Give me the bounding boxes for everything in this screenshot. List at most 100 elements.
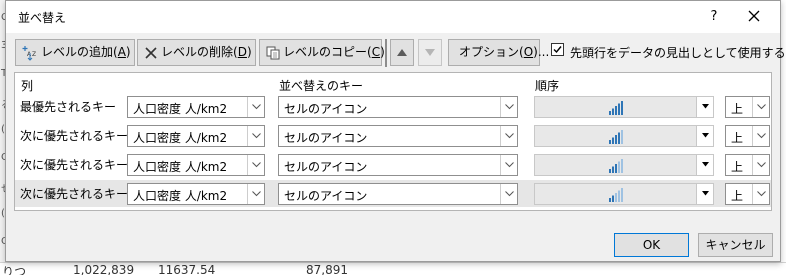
- delete-level-suffix: ): [246, 45, 252, 59]
- delete-level-button[interactable]: レベルの削除(D): [137, 39, 256, 66]
- sort-dialog: 並べ替え ? A Z レベルの追加(A) レベルの削除(D) レベルのコピー(C…: [5, 0, 786, 262]
- sort-level-row[interactable]: 最優先されるキー 人口密度 人/km2 セルのアイコン 上: [15, 93, 771, 120]
- help-button[interactable]: ?: [702, 5, 726, 29]
- sort-level-row[interactable]: 次に優先されるキー 人口密度 人/km2 セルのアイコン 上: [15, 122, 771, 149]
- icon-select[interactable]: [534, 183, 714, 205]
- close-icon: [748, 10, 760, 22]
- column-header-order: 順序: [535, 79, 560, 93]
- order-select-value: 上: [731, 131, 744, 145]
- triangle-down-icon: [696, 184, 713, 204]
- has-header-checkbox[interactable]: [551, 43, 564, 56]
- chevron-down-icon: [247, 184, 264, 204]
- triangle-down-icon: [696, 126, 713, 146]
- options-suffix: )...: [533, 45, 550, 59]
- triangle-down-icon: [425, 49, 435, 56]
- chevron-down-icon: [752, 97, 769, 117]
- cancel-button[interactable]: キャンセル: [698, 233, 773, 257]
- add-level-suffix: ): [125, 45, 131, 59]
- chevron-down-icon: [500, 184, 517, 204]
- sort-level-label: 次に優先されるキー: [20, 158, 129, 172]
- column-select[interactable]: 人口密度 人/km2: [127, 96, 265, 118]
- delete-level-label: レベルの削除(: [161, 45, 238, 59]
- sort-on-select[interactable]: セルのアイコン: [278, 96, 518, 118]
- sort-on-select-value: セルのアイコン: [284, 102, 368, 116]
- column-select-value: 人口密度 人/km2: [133, 102, 228, 116]
- chevron-down-icon: [752, 184, 769, 204]
- order-select[interactable]: 上: [725, 154, 770, 176]
- has-header-text: 先頭行をデータの見出しとして使用する(: [570, 46, 786, 60]
- sort-on-select-value: セルのアイコン: [284, 189, 368, 203]
- toolbar-separator: [385, 39, 387, 67]
- chevron-down-icon: [247, 126, 264, 146]
- bg-cell: 11637.54: [158, 263, 216, 275]
- column-select[interactable]: 人口密度 人/km2: [127, 125, 265, 147]
- add-level-label: レベルの追加(: [41, 45, 118, 59]
- ok-button[interactable]: OK: [614, 233, 689, 257]
- sort-on-select[interactable]: セルのアイコン: [278, 154, 518, 176]
- add-level-icon: A Z: [22, 45, 38, 61]
- bar-signal-icon: [609, 159, 623, 173]
- add-level-button[interactable]: A Z レベルの追加(A): [15, 39, 135, 66]
- options-button[interactable]: オプション(O)...: [448, 39, 549, 66]
- chevron-down-icon: [752, 126, 769, 146]
- column-select[interactable]: 人口密度 人/km2: [127, 154, 265, 176]
- delete-icon: [144, 46, 158, 60]
- bg-cell: りつ: [2, 265, 27, 275]
- sort-level-row[interactable]: 次に優先されるキー 人口密度 人/km2 セルのアイコン 上: [15, 151, 771, 178]
- chevron-down-icon: [247, 97, 264, 117]
- options-key: O: [523, 45, 534, 59]
- move-down-button[interactable]: [418, 39, 442, 66]
- bar-signal-icon: [609, 188, 623, 202]
- background-bottom-row: りつ 1,022,839 11637.54 87,891: [0, 262, 786, 275]
- has-header-label[interactable]: 先頭行をデータの見出しとして使用する(H): [570, 44, 786, 61]
- sort-on-select[interactable]: セルのアイコン: [278, 183, 518, 205]
- column-select-value: 人口密度 人/km2: [133, 160, 228, 174]
- chevron-down-icon: [500, 155, 517, 175]
- column-select-value: 人口密度 人/km2: [133, 189, 228, 203]
- checkmark-icon: [553, 46, 562, 54]
- chevron-down-icon: [500, 97, 517, 117]
- title-bar: 並べ替え ?: [6, 1, 780, 33]
- copy-level-button[interactable]: レベルのコピー(C): [259, 39, 385, 66]
- copy-icon: [266, 46, 280, 60]
- triangle-down-icon: [696, 155, 713, 175]
- dialog-title: 並べ替え: [18, 11, 67, 25]
- sort-level-row-selected[interactable]: 次に優先されるキー 人口密度 人/km2 セルのアイコン 上: [15, 180, 771, 207]
- sort-levels-grid: 列 並べ替えのキー 順序 最優先されるキー 人口密度 人/km2 セルのアイコン…: [14, 72, 772, 211]
- chevron-down-icon: [752, 155, 769, 175]
- svg-text:Z: Z: [32, 51, 36, 58]
- triangle-down-icon: [696, 97, 713, 117]
- icon-select[interactable]: [534, 125, 714, 147]
- order-select[interactable]: 上: [725, 96, 770, 118]
- add-level-key: A: [117, 45, 126, 59]
- chevron-down-icon: [500, 126, 517, 146]
- close-button[interactable]: [742, 5, 766, 29]
- triangle-up-icon: [397, 49, 407, 56]
- options-label: オプション(: [459, 45, 524, 59]
- icon-select[interactable]: [534, 154, 714, 176]
- sort-on-select-value: セルのアイコン: [284, 160, 368, 174]
- order-select-value: 上: [731, 160, 744, 174]
- sort-level-label: 次に優先されるキー: [20, 187, 129, 201]
- order-select[interactable]: 上: [725, 125, 770, 147]
- bar-signal-icon: [609, 101, 623, 115]
- bar-signal-icon: [609, 130, 623, 144]
- order-select[interactable]: 上: [725, 183, 770, 205]
- column-header-column: 列: [21, 79, 34, 93]
- sort-level-label: 最優先されるキー: [20, 100, 117, 114]
- sort-on-select-value: セルのアイコン: [284, 131, 368, 145]
- copy-level-label: レベルのコピー(: [283, 45, 372, 59]
- move-up-button[interactable]: [390, 39, 414, 66]
- bg-cell: 87,891: [306, 263, 348, 275]
- toolbar: A Z レベルの追加(A) レベルの削除(D) レベルのコピー(C) オプション…: [6, 39, 786, 69]
- sort-on-select[interactable]: セルのアイコン: [278, 125, 518, 147]
- delete-level-key: D: [237, 45, 247, 59]
- chevron-down-icon: [247, 155, 264, 175]
- column-select[interactable]: 人口密度 人/km2: [127, 183, 265, 205]
- order-select-value: 上: [731, 189, 744, 203]
- order-select-value: 上: [731, 102, 744, 116]
- icon-select[interactable]: [534, 96, 714, 118]
- copy-level-key: C: [371, 45, 381, 59]
- column-header-sort-on: 並べ替えのキー: [279, 79, 364, 93]
- sort-level-label: 次に優先されるキー: [20, 129, 129, 143]
